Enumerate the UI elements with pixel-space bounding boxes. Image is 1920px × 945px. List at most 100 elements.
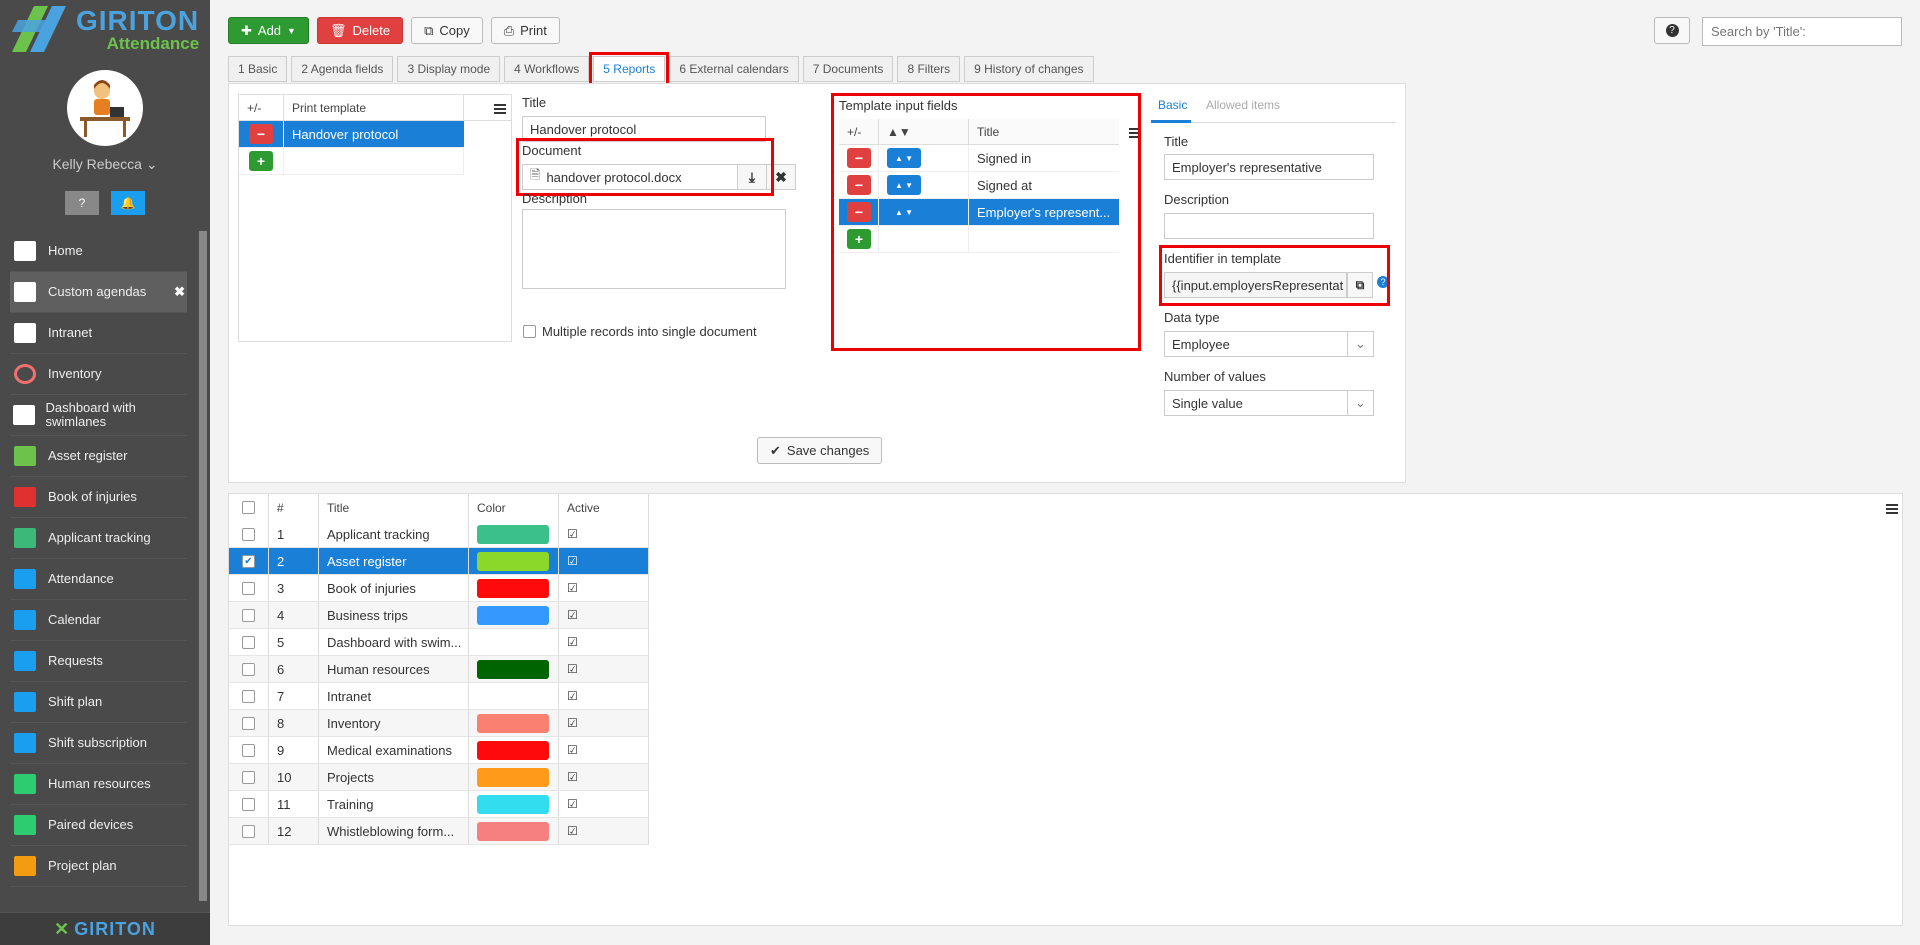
brand-logo[interactable]: GIRITON Attendance bbox=[0, 0, 210, 58]
sidebar-item[interactable]: Human resources bbox=[10, 764, 187, 805]
row-checkbox[interactable] bbox=[242, 581, 255, 595]
add-input-button[interactable]: + bbox=[847, 229, 871, 249]
table-row[interactable]: − ▲ ▼ Employer's represent... bbox=[839, 199, 1119, 226]
row-checkbox[interactable] bbox=[242, 716, 255, 730]
print-button[interactable]: ⎙ Print bbox=[490, 17, 560, 44]
table-row[interactable]: 9 Medical examinations ☑ bbox=[229, 737, 649, 764]
copy-button[interactable]: ⧉ Copy bbox=[411, 17, 483, 44]
info-icon[interactable]: ? bbox=[1377, 276, 1389, 288]
sidebar-item[interactable]: Applicant tracking bbox=[10, 518, 187, 559]
sidebar-item[interactable]: Shift subscription bbox=[10, 723, 187, 764]
tab[interactable]: 6 External calendars bbox=[669, 56, 799, 82]
sidebar-item[interactable]: Intranet bbox=[10, 313, 187, 354]
reorder-buttons[interactable]: ▲ ▼ bbox=[887, 202, 921, 222]
add-button[interactable]: ✚ Add ▼ bbox=[228, 17, 309, 44]
tab[interactable]: 3 Display mode bbox=[397, 56, 501, 82]
table-row[interactable]: − ▲ ▼ Signed in bbox=[839, 145, 1119, 172]
row-checkbox[interactable] bbox=[242, 689, 255, 703]
row-checkbox[interactable] bbox=[242, 527, 255, 541]
avatar[interactable] bbox=[67, 70, 143, 146]
reorder-buttons[interactable]: ▲ ▼ bbox=[887, 148, 921, 168]
save-button[interactable]: ✔ Save changes bbox=[757, 437, 883, 464]
reorder-buttons[interactable]: ▲ ▼ bbox=[887, 175, 921, 195]
table-row[interactable]: − ▲ ▼ Signed at bbox=[839, 172, 1119, 199]
document-field[interactable]: 🗎 handover protocol.docx bbox=[522, 164, 766, 190]
table-row[interactable]: 8 Inventory ☑ bbox=[229, 710, 649, 737]
help-toolbar-button[interactable]: ? bbox=[1654, 17, 1690, 44]
tab-basic[interactable]: Basic bbox=[1158, 98, 1187, 112]
remove-input-button[interactable]: − bbox=[847, 175, 871, 195]
datatype-label: Data type bbox=[1164, 310, 1220, 325]
table-row[interactable]: 7 Intranet ☑ bbox=[229, 683, 649, 710]
tab[interactable]: 9 History of changes bbox=[964, 56, 1094, 82]
table-row[interactable]: ✔ 2 Asset register ☑ bbox=[229, 548, 649, 575]
sidebar-item[interactable]: Calendar bbox=[10, 600, 187, 641]
sidebar-item[interactable]: Dashboard with swimlanes bbox=[10, 395, 187, 436]
tab-allowed-items[interactable]: Allowed items bbox=[1206, 98, 1280, 112]
multi-records-checkbox[interactable] bbox=[523, 325, 536, 338]
tab[interactable]: 7 Documents bbox=[802, 56, 894, 82]
row-checkbox[interactable] bbox=[242, 824, 255, 838]
user-menu[interactable]: Kelly Rebecca ⌄ bbox=[0, 156, 210, 173]
table-row[interactable]: 5 Dashboard with swim... ☑ bbox=[229, 629, 649, 656]
sidebar-item[interactable]: Asset register bbox=[10, 436, 187, 477]
count-select[interactable]: Single value ⌄ bbox=[1164, 390, 1374, 416]
column-menu-icon[interactable] bbox=[1886, 502, 1900, 514]
row-checkbox[interactable] bbox=[242, 743, 255, 757]
table-row[interactable]: 10 Projects ☑ bbox=[229, 764, 649, 791]
table-row[interactable]: 3 Book of injuries ☑ bbox=[229, 575, 649, 602]
row-checkbox[interactable]: ✔ bbox=[242, 554, 255, 568]
detail-title-input[interactable]: Employer's representative bbox=[1164, 154, 1374, 180]
tab[interactable]: 1 Basic bbox=[228, 56, 288, 82]
sidebar-item[interactable]: Shift plan bbox=[10, 682, 187, 723]
tab[interactable]: 8 Filters bbox=[897, 56, 961, 82]
table-row-add: + bbox=[239, 148, 464, 175]
identifier-input[interactable]: {{input.employersRepresentat bbox=[1164, 272, 1347, 298]
description-textarea[interactable] bbox=[522, 209, 786, 289]
datatype-select[interactable]: Employee ⌄ bbox=[1164, 331, 1374, 357]
sidebar-item-label: Shift subscription bbox=[48, 734, 147, 750]
sidebar-item[interactable]: Home bbox=[10, 231, 187, 272]
close-icon[interactable]: ✖ bbox=[174, 284, 185, 300]
tab[interactable]: 4 Workflows bbox=[504, 56, 590, 82]
sidebar-item[interactable]: Attendance bbox=[10, 559, 187, 600]
sidebar-item[interactable]: Paired devices bbox=[10, 805, 187, 846]
select-all-checkbox[interactable] bbox=[242, 501, 255, 514]
question-icon: ? bbox=[78, 196, 86, 210]
title-input[interactable]: Handover protocol bbox=[522, 116, 766, 142]
download-button[interactable]: ⤓ bbox=[737, 164, 767, 190]
table-row[interactable]: 11 Training ☑ bbox=[229, 791, 649, 818]
sidebar-item[interactable]: Custom agendas ✖ bbox=[10, 272, 187, 313]
table-row[interactable]: 6 Human resources ☑ bbox=[229, 656, 649, 683]
row-checkbox[interactable] bbox=[242, 635, 255, 649]
sidebar-item[interactable]: Inventory bbox=[10, 354, 187, 395]
brand-product: Attendance bbox=[106, 33, 200, 53]
add-template-button[interactable]: + bbox=[249, 151, 273, 171]
table-row[interactable]: 12 Whistleblowing form... ☑ bbox=[229, 818, 649, 845]
remove-input-button[interactable]: − bbox=[847, 202, 871, 222]
column-menu-icon[interactable] bbox=[1129, 126, 1143, 138]
row-checkbox[interactable] bbox=[242, 770, 255, 784]
delete-button[interactable]: 🗑 Delete bbox=[316, 17, 404, 44]
tab[interactable]: 2 Agenda fields bbox=[291, 56, 394, 82]
search-input[interactable] bbox=[1702, 17, 1902, 46]
table-row[interactable]: 4 Business trips ☑ bbox=[229, 602, 649, 629]
column-menu-icon[interactable] bbox=[494, 102, 508, 114]
row-checkbox[interactable] bbox=[242, 608, 255, 622]
detail-description-input[interactable] bbox=[1164, 213, 1374, 239]
notifications-button[interactable]: 🔔 bbox=[111, 191, 145, 215]
help-button[interactable]: ? bbox=[65, 191, 99, 215]
sidebar-item[interactable]: Book of injuries bbox=[10, 477, 187, 518]
row-checkbox[interactable] bbox=[242, 662, 255, 676]
row-checkbox[interactable] bbox=[242, 797, 255, 811]
table-row[interactable]: 1 Applicant tracking ☑ bbox=[229, 521, 649, 548]
tab[interactable]: 5 Reports bbox=[589, 52, 670, 86]
remove-template-button[interactable]: − bbox=[249, 124, 273, 144]
table-row[interactable]: − Handover protocol bbox=[239, 121, 464, 148]
remove-document-button[interactable]: ✖ bbox=[766, 164, 796, 190]
sidebar-item[interactable]: Requests bbox=[10, 641, 187, 682]
remove-input-button[interactable]: − bbox=[847, 148, 871, 168]
sidebar-item[interactable]: Project plan bbox=[10, 846, 187, 887]
sidebar-scrollbar[interactable] bbox=[199, 231, 207, 901]
copy-identifier-button[interactable]: ⧉ bbox=[1347, 272, 1373, 298]
